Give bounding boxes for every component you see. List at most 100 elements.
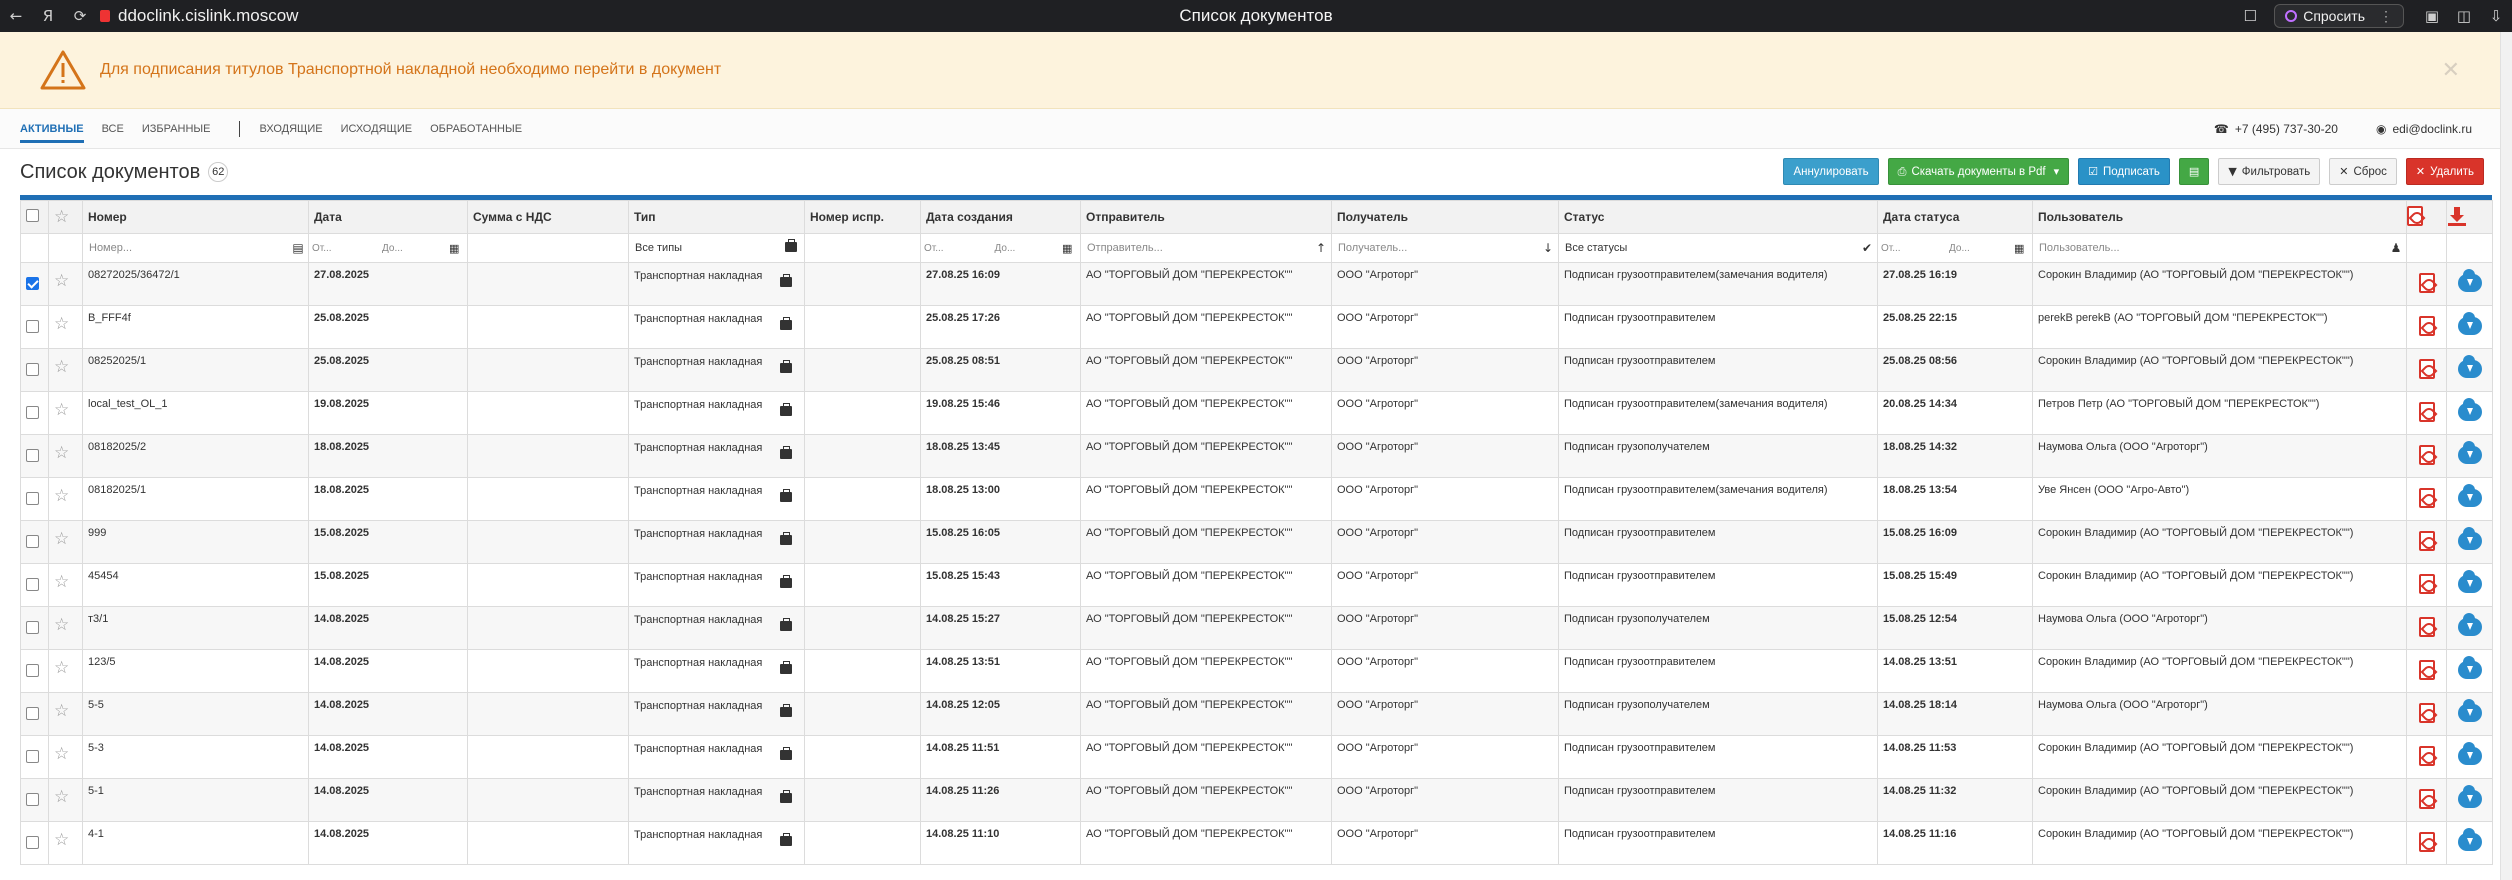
cell-number[interactable]: 08272025/36472/1	[82, 262, 309, 306]
yandex-icon[interactable]: Я	[32, 0, 64, 32]
row-checkbox[interactable]	[26, 320, 39, 333]
cell-download[interactable]	[2446, 520, 2493, 564]
col-status[interactable]: Статус	[1558, 200, 1878, 234]
table-row[interactable]: ☆ 08272025/36472/1 27.08.2025 Транспортная …	[20, 262, 2493, 306]
row-select-cell[interactable]	[20, 778, 49, 822]
scrollbar[interactable]	[2500, 32, 2512, 880]
tab-outgoing[interactable]: ИСХОДЯЩИЕ	[341, 115, 412, 143]
cell-number[interactable]: 5-3	[82, 735, 309, 779]
star-icon[interactable]: ☆	[54, 787, 69, 807]
row-checkbox[interactable]	[26, 836, 39, 849]
tab-processed[interactable]: ОБРАБОТАННЫЕ	[430, 115, 522, 143]
cloud-download-icon[interactable]	[2457, 569, 2482, 593]
cloud-download-icon[interactable]	[2457, 698, 2482, 722]
briefcase-icon[interactable]	[780, 747, 792, 764]
download-pdf-button[interactable]: ⎙ Скачать документы в Pdf ▾	[1887, 158, 2070, 185]
cloud-download-icon[interactable]	[2457, 354, 2482, 378]
excel-export-button[interactable]: ▤	[2178, 158, 2210, 185]
star-icon[interactable]: ☆	[54, 486, 69, 506]
pdf-icon[interactable]	[2418, 530, 2435, 551]
col-type[interactable]: Тип	[628, 200, 805, 234]
row-checkbox[interactable]	[26, 535, 39, 548]
star-icon[interactable]: ☆	[54, 357, 69, 377]
star-icon[interactable]: ☆	[54, 572, 69, 592]
cell-download[interactable]	[2446, 563, 2493, 607]
cell-pdf[interactable]	[2406, 520, 2447, 564]
row-select-cell[interactable]	[20, 692, 49, 736]
user-icon[interactable]: ♟	[2386, 241, 2406, 255]
cell-pdf[interactable]	[2406, 262, 2447, 306]
briefcase-icon[interactable]	[780, 704, 792, 721]
row-checkbox[interactable]	[26, 492, 39, 505]
tab-all[interactable]: ВСЕ	[102, 115, 124, 143]
support-email[interactable]: ◉ edi@doclink.ru	[2376, 122, 2472, 136]
ask-button[interactable]: Спросить ⋮	[2274, 4, 2404, 28]
bookmark-icon[interactable]: ☐	[2234, 0, 2266, 32]
sidebar-icon[interactable]: ◫	[2448, 0, 2480, 32]
cell-pdf[interactable]	[2406, 563, 2447, 607]
tab-incoming[interactable]: ВХОДЯЩИЕ	[260, 115, 323, 143]
pdf-icon[interactable]	[2418, 444, 2435, 465]
star-icon[interactable]: ☆	[54, 615, 69, 635]
briefcase-icon[interactable]	[780, 661, 792, 678]
created-from-input[interactable]: От...	[922, 243, 992, 254]
row-select-cell[interactable]	[20, 391, 49, 435]
cell-download[interactable]	[2446, 649, 2493, 693]
cell-pdf[interactable]	[2406, 692, 2447, 736]
table-row[interactable]: ☆ т3/1 14.08.2025 Транспортная накладная 14.…	[20, 606, 2493, 650]
row-select-cell[interactable]	[20, 735, 49, 779]
pdf-icon[interactable]	[2418, 788, 2435, 809]
cell-download[interactable]	[2446, 778, 2493, 822]
pdf-icon[interactable]	[2418, 487, 2435, 508]
cloud-download-icon[interactable]	[2457, 268, 2482, 292]
download-header-cell[interactable]	[2446, 200, 2493, 234]
list-icon[interactable]: ▤	[288, 241, 308, 255]
cell-pdf[interactable]	[2406, 649, 2447, 693]
col-date[interactable]: Дата	[308, 200, 468, 234]
arrow-up-icon[interactable]: ↑	[1311, 241, 1331, 255]
cell-number[interactable]: local_test_OL_1	[82, 391, 309, 435]
tab-favorites[interactable]: ИЗБРАННЫЕ	[142, 115, 211, 143]
annul-button[interactable]: Аннулировать	[1783, 158, 1879, 185]
col-status-date[interactable]: Дата статуса	[1877, 200, 2033, 234]
pdf-icon[interactable]	[2418, 315, 2435, 336]
table-row[interactable]: ☆ 45454 15.08.2025 Транспортная накладная 15…	[20, 563, 2493, 607]
briefcase-icon[interactable]	[780, 403, 792, 420]
briefcase-icon[interactable]	[784, 239, 804, 255]
cell-pdf[interactable]	[2406, 305, 2447, 349]
tab-active[interactable]: АКТИВНЫЕ	[20, 115, 84, 143]
briefcase-icon[interactable]	[780, 446, 792, 463]
cell-download[interactable]	[2446, 262, 2493, 306]
status-filter-select[interactable]: Все статусы	[1560, 242, 1858, 254]
row-select-cell[interactable]	[20, 606, 49, 650]
cell-number[interactable]: 08252025/1	[82, 348, 309, 392]
cell-pdf[interactable]	[2406, 778, 2447, 822]
user-filter-input[interactable]: Пользователь...	[2034, 242, 2387, 254]
star-icon[interactable]: ☆	[54, 744, 69, 764]
back-icon[interactable]: ←	[0, 0, 32, 32]
reset-button[interactable]: ✕ Сброс	[2329, 158, 2397, 185]
cell-download[interactable]	[2446, 434, 2493, 478]
pdf-icon[interactable]	[2418, 401, 2435, 422]
pdf-icon[interactable]	[2418, 358, 2435, 379]
table-row[interactable]: ☆ B_FFF4f 25.08.2025 Транспортная накладная…	[20, 305, 2493, 349]
briefcase-icon[interactable]	[780, 618, 792, 635]
table-row[interactable]: ☆ 5-3 14.08.2025 Транспортная накладная 14.0…	[20, 735, 2493, 779]
cell-pdf[interactable]	[2406, 821, 2447, 865]
downloads-icon[interactable]: ⇩	[2480, 0, 2512, 32]
check-icon[interactable]: ✔	[1857, 241, 1877, 255]
row-select-cell[interactable]	[20, 649, 49, 693]
cell-pdf[interactable]	[2406, 348, 2447, 392]
cell-download[interactable]	[2446, 348, 2493, 392]
cloud-download-icon[interactable]	[2457, 397, 2482, 421]
briefcase-icon[interactable]	[780, 489, 792, 506]
row-select-cell[interactable]	[20, 262, 49, 306]
cell-download[interactable]	[2446, 735, 2493, 779]
arrow-down-icon[interactable]: ↓	[1538, 241, 1558, 255]
col-sender[interactable]: Отправитель	[1080, 200, 1332, 234]
cell-number[interactable]: т3/1	[82, 606, 309, 650]
select-all-checkbox[interactable]	[26, 209, 39, 222]
cell-number[interactable]: 08182025/1	[82, 477, 309, 521]
cloud-download-icon[interactable]	[2457, 483, 2482, 507]
cell-download[interactable]	[2446, 821, 2493, 865]
